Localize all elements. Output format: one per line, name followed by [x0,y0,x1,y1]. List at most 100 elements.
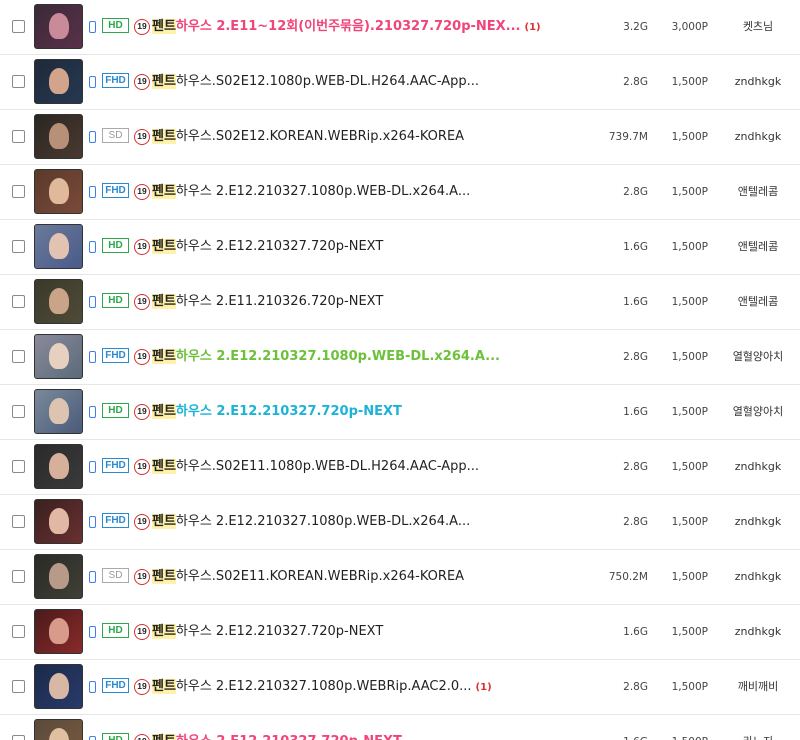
file-title-link[interactable]: 펜트하우스 2.E12.210327.720p-NEXT [152,402,592,422]
file-title-link[interactable]: 펜트하우스.S02E12.KOREAN.WEBRip.x264-KOREA [152,127,592,147]
mobile-icon [89,131,96,143]
thumbnail-figure [49,453,69,479]
list-item[interactable]: FHD 19 펜트하우스.S02E11.1080p.WEB-DL.H264.AA… [0,440,800,495]
list-item[interactable]: FHD 19 펜트하우스.S02E12.1080p.WEB-DL.H264.AA… [0,55,800,110]
price: 1,500P [671,571,708,583]
thumbnail[interactable] [34,664,83,709]
quality-badge: FHD [102,513,129,528]
select-checkbox[interactable] [12,295,25,308]
price: 1,500P [660,733,708,740]
file-title-link[interactable]: 펜트하우스 2.E12.210327.1080p.WEB-DL.x264.A..… [152,512,592,532]
title-highlight: 펜트 [152,624,176,639]
seller-name[interactable]: 라노지 [722,733,794,740]
select-checkbox[interactable] [12,130,25,143]
file-title-link[interactable]: 펜트하우스 2.E11~12회(이번주묶음).210327.720p-NEX..… [152,17,592,37]
thumbnail[interactable] [34,444,83,489]
seller-name[interactable]: 열혈양아치 [722,348,794,366]
file-title-link[interactable]: 펜트하우스 2.E12.210327.720p-NEXT [152,732,592,740]
file-title-link[interactable]: 펜트하우스 2.E12.210327.720p-NEXT [152,622,592,642]
seller-name[interactable]: 켓츠님 [722,18,794,36]
thumbnail[interactable] [34,334,83,379]
title-text: 하우스 2.E12.210327.1080p.WEB-DL.x264.A... [175,349,500,364]
quality-badge: HD [102,623,129,638]
thumbnail[interactable] [34,609,83,654]
select-checkbox[interactable] [12,350,25,363]
seller-name[interactable]: zndhkgk [722,568,794,586]
mobile-icon [89,461,96,473]
file-title-link[interactable]: 펜트하우스.S02E11.1080p.WEB-DL.H264.AAC-App..… [152,457,592,477]
quality-badge: SD [102,568,129,583]
thumbnail-figure [49,508,69,534]
select-checkbox[interactable] [12,460,25,473]
list-item[interactable]: FHD 19 펜트하우스 2.E12.210327.1080p.WEB-DL.x… [0,165,800,220]
seller-name[interactable]: zndhkgk [722,128,794,146]
seller-name[interactable]: zndhkgk [722,513,794,531]
list-item[interactable]: FHD 19 펜트하우스 2.E12.210327.1080p.WEB-DL.x… [0,330,800,385]
select-checkbox[interactable] [12,75,25,88]
list-item[interactable]: HD 19 펜트하우스 2.E12.210327.720p-NEXT 1.6G … [0,385,800,440]
mobile-icon [89,296,96,308]
age-19-icon: 19 [134,734,150,740]
select-checkbox[interactable] [12,735,25,740]
thumbnail[interactable] [34,169,83,214]
thumbnail[interactable] [34,389,83,434]
list-item[interactable]: HD 19 펜트하우스 2.E11~12회(이번주묶음).210327.720p… [0,0,800,55]
seller-name[interactable]: zndhkgk [722,623,794,641]
thumbnail[interactable] [34,4,83,49]
list-item[interactable]: HD 19 펜트하우스 2.E11.210326.720p-NEXT 1.6G … [0,275,800,330]
thumbnail[interactable] [34,499,83,544]
select-checkbox[interactable] [12,570,25,583]
seller-name[interactable]: 앤텔레콤 [722,293,794,311]
list-item[interactable]: FHD 19 펜트하우스 2.E12.210327.1080p.WEB-DL.x… [0,495,800,550]
list-item[interactable]: HD 19 펜트하우스 2.E12.210327.720p-NEXT 1.6G … [0,605,800,660]
thumbnail[interactable] [34,114,83,159]
thumbnail-figure [49,563,69,589]
select-checkbox[interactable] [12,185,25,198]
thumbnail[interactable] [34,554,83,599]
seller-name[interactable]: 깨비깨비 [722,678,794,696]
list-item[interactable]: FHD 19 펜트하우스 2.E12.210327.1080p.WEBRip.A… [0,660,800,715]
select-checkbox[interactable] [12,515,25,528]
file-title-link[interactable]: 펜트하우스 2.E12.210327.720p-NEXT [152,237,592,257]
price: 1,500P [671,296,708,308]
mobile-icon [89,21,96,33]
list-item[interactable]: SD 19 펜트하우스.S02E12.KOREAN.WEBRip.x264-KO… [0,110,800,165]
select-checkbox[interactable] [12,625,25,638]
age-19-icon: 19 [134,624,150,640]
title-text: 하우스 2.E12.210327.720p-NEXT [176,734,402,740]
quality-badge: FHD [102,458,129,473]
comment-count: (1) [475,682,492,693]
file-title-link[interactable]: 펜트하우스 2.E12.210327.1080p.WEB-DL.x264.A..… [152,347,592,367]
seller-name[interactable]: 앤텔레콤 [722,183,794,201]
thumbnail[interactable] [34,59,83,104]
select-checkbox[interactable] [12,20,25,33]
thumbnail[interactable] [34,719,83,740]
thumbnail[interactable] [34,224,83,269]
file-title-link[interactable]: 펜트하우스 2.E12.210327.1080p.WEBRip.AAC2.0..… [152,677,592,697]
file-title-link[interactable]: 펜트하우스 2.E11.210326.720p-NEXT [152,292,592,312]
list-item[interactable]: HD 19 펜트하우스 2.E12.210327.720p-NEXT 1.6G … [0,220,800,275]
seller-name[interactable]: 앤텔레콤 [722,238,794,256]
file-title-link[interactable]: 펜트하우스.S02E11.KOREAN.WEBRip.x264-KOREA [152,567,592,587]
thumbnail[interactable] [34,279,83,324]
select-checkbox[interactable] [12,240,25,253]
age-19-icon: 19 [134,239,150,255]
title-highlight: 펜트 [152,404,176,419]
select-checkbox[interactable] [12,405,25,418]
age-19-icon: 19 [134,569,150,585]
quality-badge: HD [102,238,129,253]
file-title-link[interactable]: 펜트하우스.S02E12.1080p.WEB-DL.H264.AAC-App..… [152,72,592,92]
title-text: 하우스.S02E12.1080p.WEB-DL.H264.AAC-App... [175,74,480,89]
title-text: 하우스.S02E11.KOREAN.WEBRip.x264-KOREA [175,569,465,584]
seller-name[interactable]: zndhkgk [722,458,794,476]
select-checkbox[interactable] [12,680,25,693]
list-item[interactable]: HD 19 펜트하우스 2.E12.210327.720p-NEXT 1.6G … [0,715,800,740]
title-highlight: 펜트 [152,679,176,694]
quality-badge: HD [102,733,129,740]
list-item[interactable]: SD 19 펜트하우스.S02E11.KOREAN.WEBRip.x264-KO… [0,550,800,605]
seller-name[interactable]: zndhkgk [722,73,794,91]
age-19-icon: 19 [134,404,150,420]
seller-name[interactable]: 열혈양아치 [722,403,794,421]
thumbnail-figure [49,618,69,644]
file-title-link[interactable]: 펜트하우스 2.E12.210327.1080p.WEB-DL.x264.A..… [152,182,592,202]
